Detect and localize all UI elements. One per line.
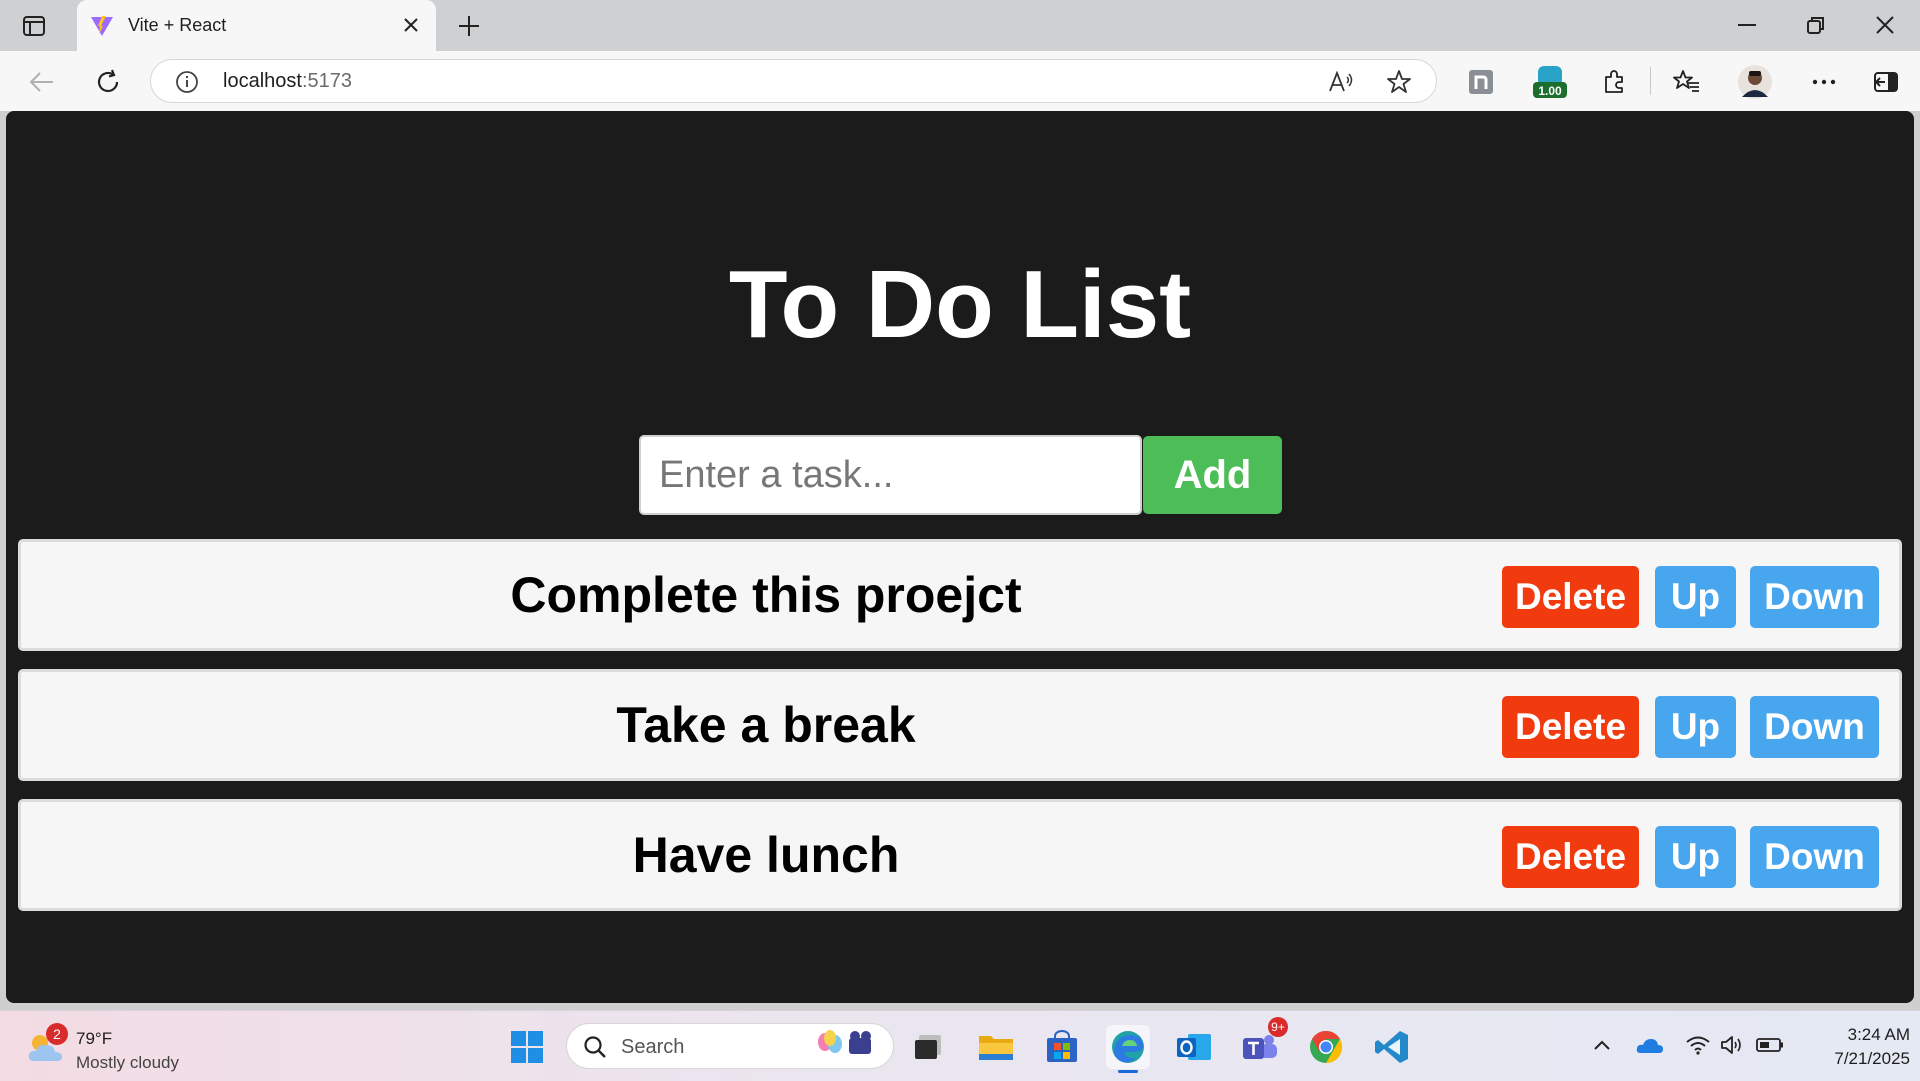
store-icon[interactable] [1040, 1025, 1084, 1069]
vite-logo-icon [91, 15, 113, 36]
favorite-star-icon[interactable] [1385, 68, 1413, 96]
task-text: Have lunch [632, 827, 900, 883]
extension-badge: 1.00 [1538, 84, 1562, 98]
sidebar-toggle-icon[interactable] [1869, 65, 1903, 99]
task-item: Have lunch Delete Up Down [18, 799, 1902, 911]
move-down-button[interactable]: Down [1750, 696, 1879, 758]
search-highlight-icon [818, 1030, 871, 1054]
page-title: To Do List [728, 251, 1192, 358]
delete-button[interactable]: Delete [1502, 826, 1639, 888]
app-viewport: To Do List Add Complete this proejct Del… [6, 111, 1914, 1003]
speed-extension-icon[interactable]: 1.00 [1530, 65, 1570, 99]
task-list: Complete this proejct Delete Up Down Tak… [18, 539, 1902, 929]
restore-icon[interactable] [1796, 10, 1836, 40]
file-explorer-icon[interactable] [974, 1025, 1018, 1069]
minimize-icon[interactable] [1727, 10, 1767, 40]
task-text: Take a break [616, 697, 916, 753]
close-window-icon[interactable] [1865, 10, 1905, 40]
move-down-button[interactable]: Down [1750, 826, 1879, 888]
browser-toolbar: localhost:5173 1.00 [0, 51, 1920, 111]
taskbar-search-box[interactable]: Search [566, 1023, 894, 1069]
outlook-icon[interactable] [1172, 1025, 1216, 1069]
weather-alert-badge: 2 [46, 1023, 68, 1045]
clock-time: 3:24 AM [1847, 1025, 1910, 1044]
browser-tab[interactable]: Vite + React [77, 0, 436, 51]
task-input[interactable] [639, 435, 1142, 515]
system-clock[interactable]: 3:24 AM 7/21/2025 [1800, 1023, 1910, 1071]
edge-icon[interactable] [1106, 1025, 1150, 1073]
task-view-icon[interactable] [906, 1025, 950, 1069]
wifi-icon[interactable] [1684, 1031, 1712, 1059]
more-options-icon[interactable] [1807, 65, 1841, 99]
windows-start-icon[interactable] [505, 1025, 549, 1069]
task-item: Take a break Delete Up Down [18, 669, 1902, 781]
weather-condition: Mostly cloudy [76, 1053, 179, 1072]
tab-actions-icon[interactable] [14, 12, 54, 40]
read-aloud-icon[interactable] [1327, 68, 1355, 96]
task-text: Complete this proejct [510, 567, 1022, 623]
move-down-button[interactable]: Down [1750, 566, 1879, 628]
extensions-puzzle-icon[interactable] [1597, 65, 1631, 99]
back-icon[interactable] [25, 65, 59, 99]
teams-notification-badge: 9+ [1268, 1017, 1288, 1037]
task-item: Complete this proejct Delete Up Down [18, 539, 1902, 651]
move-up-button[interactable]: Up [1655, 566, 1736, 628]
site-info-icon[interactable] [175, 70, 199, 94]
notion-extension-icon[interactable] [1464, 65, 1498, 99]
search-label: Search [621, 1036, 685, 1058]
delete-button[interactable]: Delete [1502, 696, 1639, 758]
search-icon [584, 1036, 606, 1058]
windows-taskbar: 2 79°F Mostly cloudy Search 9+ 3:24 AM 7… [0, 1010, 1920, 1081]
profile-avatar[interactable] [1738, 65, 1772, 99]
tab-title: Vite + React [128, 15, 227, 35]
toolbar-divider [1650, 67, 1651, 95]
add-task-button[interactable]: Add [1143, 436, 1282, 514]
move-up-button[interactable]: Up [1655, 826, 1736, 888]
battery-icon[interactable] [1756, 1031, 1784, 1059]
volume-icon[interactable] [1718, 1031, 1746, 1059]
onedrive-icon[interactable] [1636, 1031, 1664, 1059]
move-up-button[interactable]: Up [1655, 696, 1736, 758]
clock-date: 7/21/2025 [1834, 1049, 1910, 1068]
vscode-icon[interactable] [1370, 1025, 1414, 1069]
refresh-icon[interactable] [91, 65, 125, 99]
browser-tab-strip: Vite + React [0, 0, 1920, 51]
new-tab-icon[interactable] [455, 12, 483, 40]
url-text: localhost:5173 [223, 70, 352, 92]
close-tab-icon[interactable] [400, 14, 422, 36]
address-bar[interactable]: localhost:5173 [150, 59, 1437, 103]
chrome-icon[interactable] [1304, 1025, 1348, 1069]
delete-button[interactable]: Delete [1502, 566, 1639, 628]
show-hidden-icons-icon[interactable] [1588, 1031, 1616, 1059]
favorites-icon[interactable] [1669, 65, 1703, 99]
weather-temperature: 79°F [76, 1029, 113, 1048]
weather-widget[interactable]: 2 79°F Mostly cloudy [26, 1023, 206, 1072]
